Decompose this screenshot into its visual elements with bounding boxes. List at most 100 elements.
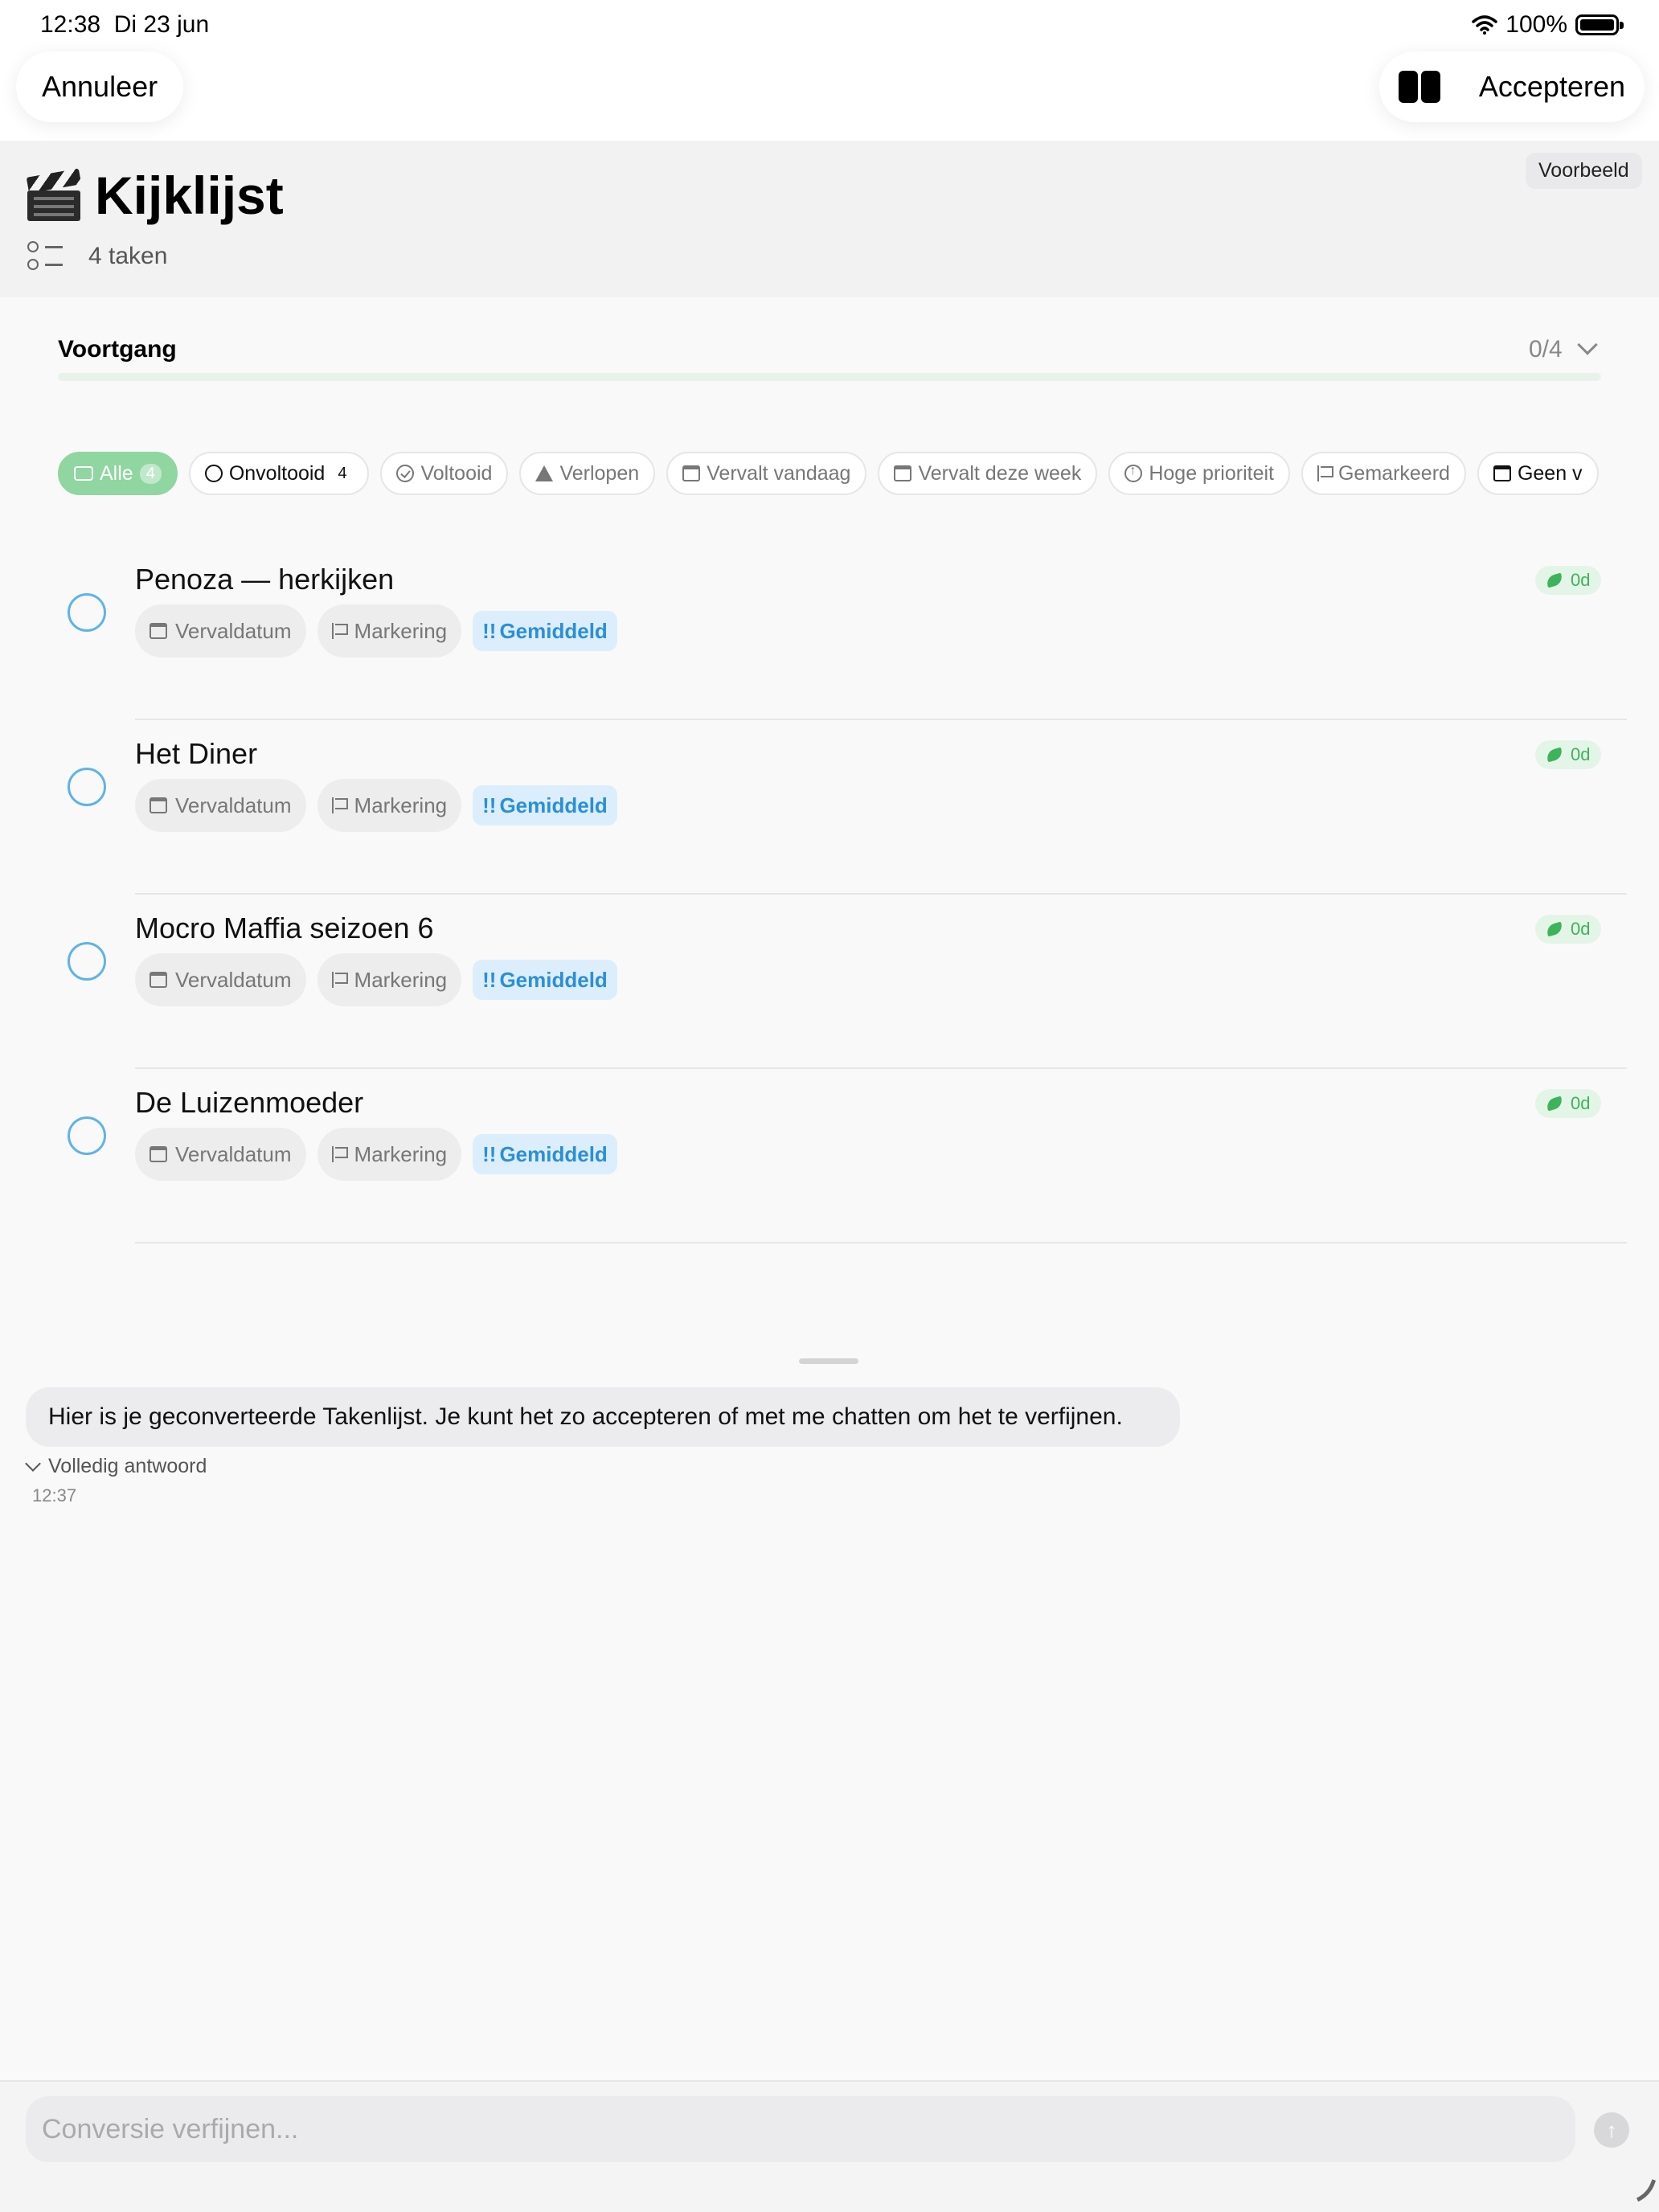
priority-label: Gemiddeld bbox=[499, 1141, 608, 1166]
filter-chip-gemarkeerd[interactable]: Gemarkeerd bbox=[1301, 452, 1466, 495]
arrow-up-circle-icon bbox=[1124, 464, 1143, 482]
divider bbox=[135, 719, 1627, 720]
task-checkbox[interactable] bbox=[68, 942, 106, 981]
priority-label: Gemiddeld bbox=[499, 793, 608, 817]
due-date-button[interactable]: Vervaldatum bbox=[135, 604, 306, 657]
task-title[interactable]: De Luizenmoeder bbox=[135, 1086, 363, 1120]
calendar-icon bbox=[1493, 465, 1511, 481]
task-row[interactable]: Het Diner Vervaldatum Markering !! Gemidd… bbox=[0, 721, 1659, 895]
filter-label: Gemarkeerd bbox=[1337, 461, 1450, 485]
circle-icon bbox=[204, 465, 223, 482]
tag-label: Vervaldatum bbox=[175, 793, 292, 817]
priority-button[interactable]: !! Gemiddeld bbox=[473, 1134, 617, 1174]
due-date-button[interactable]: Vervaldatum bbox=[135, 779, 306, 832]
filter-label: Onvoltooid bbox=[228, 461, 326, 485]
refine-input[interactable] bbox=[26, 2096, 1575, 2162]
flag-button[interactable]: Markering bbox=[317, 779, 462, 832]
divider bbox=[135, 893, 1627, 895]
filter-label: Vervalt deze week bbox=[918, 461, 1082, 485]
task-checkbox[interactable] bbox=[68, 1116, 106, 1155]
tag-label: Vervaldatum bbox=[175, 1141, 292, 1166]
filter-chip-vervalt-deze-week[interactable]: Vervalt deze week bbox=[878, 452, 1098, 495]
chevron-down-icon[interactable] bbox=[1577, 334, 1598, 355]
task-checkbox[interactable] bbox=[68, 768, 106, 806]
task-row[interactable]: Penoza — herkijken Vervaldatum Markering… bbox=[0, 547, 1659, 720]
checklist-icon bbox=[27, 240, 63, 273]
filter-chips: Alle 4 Onvoltooid 4 Voltooid Verlopen Ve… bbox=[58, 452, 1627, 497]
full-answer-toggle[interactable]: Volledig antwoord bbox=[25, 1455, 207, 1478]
tag-label: Vervaldatum bbox=[175, 967, 292, 992]
calendar-icon bbox=[682, 465, 701, 481]
flag-button[interactable]: Markering bbox=[317, 1128, 462, 1181]
priority-mark: !! bbox=[482, 793, 497, 817]
age-badge: 0d bbox=[1535, 1089, 1602, 1118]
filter-chip-hoge-prioriteit[interactable]: Hoge prioriteit bbox=[1108, 452, 1290, 495]
calendar-icon bbox=[894, 465, 912, 481]
calendar-icon bbox=[150, 623, 167, 639]
assistant-message: Hier is je geconverteerde Takenlijst. Je… bbox=[26, 1387, 1180, 1447]
tag-label: Vervaldatum bbox=[175, 618, 292, 643]
age-badge: 0d bbox=[1535, 566, 1602, 595]
task-tags: Vervaldatum Markering !! Gemiddeld bbox=[135, 779, 617, 832]
priority-button[interactable]: !! Gemiddeld bbox=[473, 785, 617, 825]
list-title: Kijklijst bbox=[95, 166, 284, 225]
filter-label: Verlopen bbox=[559, 461, 640, 485]
leaf-icon bbox=[1545, 1096, 1564, 1112]
task-tags: Vervaldatum Markering !! Gemiddeld bbox=[135, 953, 617, 1006]
accept-button[interactable]: Accepteren bbox=[1479, 70, 1625, 104]
warning-icon bbox=[535, 465, 554, 481]
age-badge: 0d bbox=[1535, 740, 1602, 769]
progress-value[interactable]: 0/4 bbox=[1529, 336, 1563, 363]
priority-button[interactable]: !! Gemiddeld bbox=[473, 611, 617, 651]
battery-icon bbox=[1575, 14, 1624, 35]
filter-chip-vervalt-vandaag[interactable]: Vervalt vandaag bbox=[666, 452, 867, 495]
chevron-down-icon bbox=[25, 1455, 41, 1472]
clapperboard-icon bbox=[26, 168, 84, 221]
arrow-up-icon: ↑ bbox=[1606, 2117, 1617, 2142]
badge-label: 0d bbox=[1571, 1093, 1591, 1113]
tag-label: Markering bbox=[354, 793, 448, 817]
age-badge: 0d bbox=[1535, 915, 1602, 944]
flag-button[interactable]: Markering bbox=[317, 604, 462, 657]
priority-mark: !! bbox=[482, 1141, 497, 1166]
send-button[interactable]: ↑ bbox=[1594, 2112, 1629, 2148]
filter-label: Vervalt vandaag bbox=[707, 461, 851, 485]
priority-button[interactable]: !! Gemiddeld bbox=[473, 960, 617, 1000]
split-view-icon[interactable] bbox=[1399, 71, 1440, 103]
status-time: 12:38 Di 23 jun bbox=[40, 11, 209, 39]
task-row[interactable]: De Luizenmoeder Vervaldatum Markering !!… bbox=[0, 1070, 1659, 1243]
flag-button[interactable]: Markering bbox=[317, 953, 462, 1006]
status-clock: 12:38 bbox=[40, 11, 101, 38]
task-tags: Vervaldatum Markering !! Gemiddeld bbox=[135, 1128, 617, 1181]
flag-icon bbox=[331, 1146, 348, 1162]
badge-label: 0d bbox=[1571, 919, 1591, 939]
filter-chip-alle[interactable]: Alle 4 bbox=[58, 452, 178, 495]
task-title[interactable]: Mocro Maffia seizoen 6 bbox=[135, 911, 434, 945]
progress-label: Voortgang bbox=[58, 336, 177, 363]
filter-label: Hoge prioriteit bbox=[1149, 461, 1274, 485]
calendar-icon bbox=[150, 1146, 167, 1162]
priority-label: Gemiddeld bbox=[499, 618, 608, 643]
due-date-button[interactable]: Vervaldatum bbox=[135, 1128, 306, 1181]
badge-label: 0d bbox=[1571, 744, 1591, 764]
filter-chip-voltooid[interactable]: Voltooid bbox=[380, 452, 509, 495]
task-count: 4 taken bbox=[88, 243, 168, 269]
task-count-row: 4 taken bbox=[27, 240, 167, 273]
cancel-button[interactable]: Annuleer bbox=[16, 51, 184, 122]
filter-chip-verlopen[interactable]: Verlopen bbox=[519, 452, 656, 495]
task-checkbox[interactable] bbox=[68, 593, 106, 632]
priority-mark: !! bbox=[482, 967, 497, 992]
message-time: 12:37 bbox=[32, 1485, 77, 1505]
filter-chip-geen-vervaldatum[interactable]: Geen v bbox=[1477, 452, 1599, 495]
task-title[interactable]: Het Diner bbox=[135, 737, 257, 771]
filter-chip-onvoltooid[interactable]: Onvoltooid 4 bbox=[188, 452, 370, 495]
task-tags: Vervaldatum Markering !! Gemiddeld bbox=[135, 604, 617, 657]
task-row[interactable]: Mocro Maffia seizoen 6 Vervaldatum Marke… bbox=[0, 895, 1659, 1069]
due-date-button[interactable]: Vervaldatum bbox=[135, 953, 306, 1006]
tag-label: Markering bbox=[354, 967, 448, 992]
filter-count: 4 bbox=[139, 463, 162, 484]
flag-icon bbox=[331, 797, 348, 813]
sheet-grabber[interactable] bbox=[799, 1358, 858, 1364]
task-title[interactable]: Penoza — herkijken bbox=[135, 563, 394, 596]
flag-icon bbox=[1317, 465, 1333, 481]
